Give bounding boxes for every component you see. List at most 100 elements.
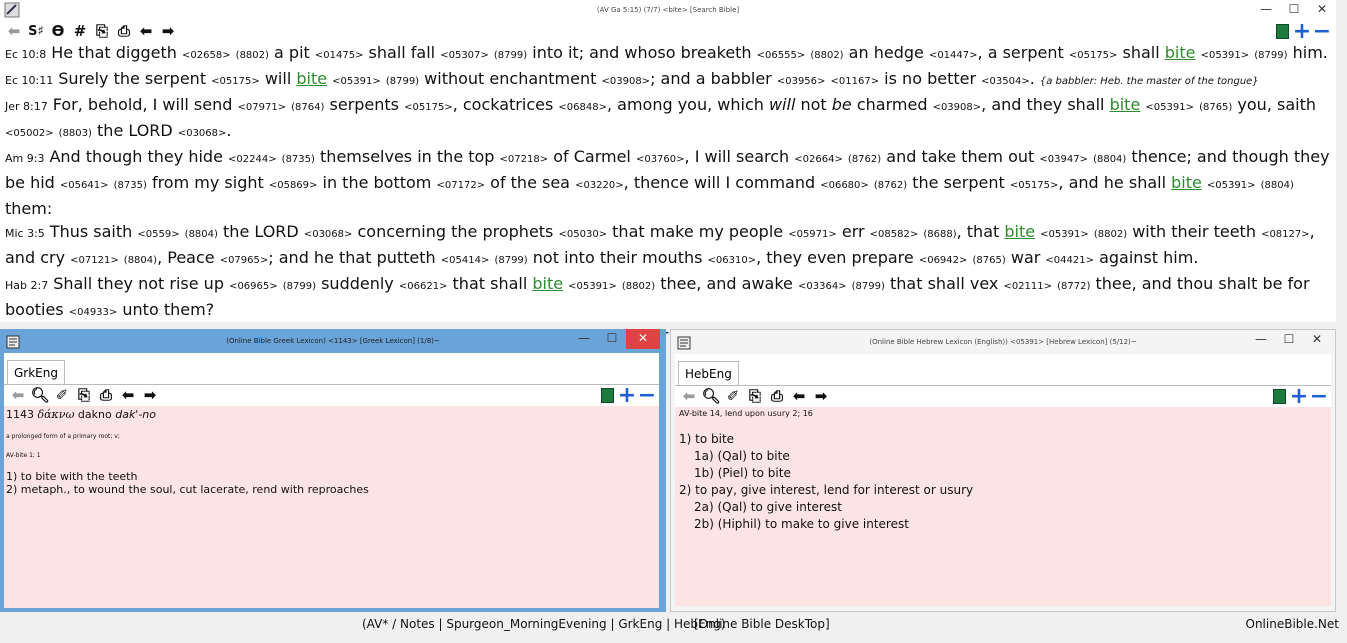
- strongs-number[interactable]: (8735): [282, 154, 315, 165]
- greek-close-button[interactable]: ✕: [626, 329, 660, 349]
- strongs-number[interactable]: <07218>: [500, 154, 549, 165]
- strongs-number[interactable]: (8765): [1199, 102, 1232, 113]
- strongs-number[interactable]: <03956>: [777, 76, 826, 87]
- strongs-number[interactable]: <07172>: [436, 180, 485, 191]
- tab-grkeng[interactable]: GrkEng: [7, 360, 65, 384]
- strongs-number[interactable]: (8735): [114, 180, 147, 191]
- splitter[interactable]: [0, 322, 1347, 328]
- strongs-number[interactable]: <06848>: [558, 102, 607, 113]
- strongs-number[interactable]: <04421>: [1045, 255, 1094, 266]
- verse-ref[interactable]: Jer 8:17: [5, 100, 48, 113]
- strongs-number[interactable]: (8688): [923, 229, 956, 240]
- strongs-number[interactable]: (8799): [1254, 50, 1287, 61]
- strongs-number[interactable]: <08582>: [870, 229, 919, 240]
- strongs-number[interactable]: (8764): [291, 102, 324, 113]
- strongs-number[interactable]: <06621>: [399, 281, 448, 292]
- hebrew-minus-icon[interactable]: −: [1309, 384, 1329, 409]
- strongs-number[interactable]: (8765): [973, 255, 1006, 266]
- strongs-number[interactable]: <02244>: [228, 154, 277, 165]
- strongs-number[interactable]: <03364>: [798, 281, 847, 292]
- strongs-number[interactable]: (8799): [494, 255, 527, 266]
- status-brand[interactable]: OnlineBible.Net: [1246, 617, 1340, 631]
- strongs-number[interactable]: <02658>: [182, 50, 231, 61]
- plus-icon[interactable]: +: [1292, 19, 1312, 44]
- strongs-number[interactable]: (8804): [185, 229, 218, 240]
- verse[interactable]: Jer 8:17 For, behold, I will send <07971>…: [5, 93, 1330, 145]
- status-desktop[interactable]: [Online Bible DeskTop]: [694, 617, 830, 631]
- hebrew-book-icon[interactable]: [1269, 386, 1289, 406]
- strongs-number[interactable]: <05175>: [1010, 180, 1059, 191]
- print-icon[interactable]: ⎙: [113, 21, 135, 41]
- hash-icon[interactable]: #: [69, 21, 91, 41]
- strongs-number[interactable]: <05175>: [404, 102, 453, 113]
- verse[interactable]: Hab 2:7 Shall they not rise up <06965> (8…: [5, 272, 1330, 324]
- strongs-number[interactable]: (8762): [848, 154, 881, 165]
- verse-ref[interactable]: Mic 3:5: [5, 227, 45, 240]
- strongs-number[interactable]: <05030>: [558, 229, 607, 240]
- strongs-number[interactable]: <05391>: [1040, 229, 1089, 240]
- verse-ref[interactable]: Hab 2:7: [5, 279, 48, 292]
- strongs-number[interactable]: <03068>: [304, 229, 353, 240]
- search-hit[interactable]: bite: [1004, 222, 1035, 241]
- strongs-number[interactable]: <01167>: [831, 76, 880, 87]
- hebrew-clipboard-icon[interactable]: ⎘: [744, 386, 766, 406]
- strongs-number[interactable]: <06555>: [757, 50, 806, 61]
- maximize-button[interactable]: ☐: [1280, 0, 1308, 20]
- strongs-number[interactable]: (8799): [283, 281, 316, 292]
- strongs-number[interactable]: <05307>: [440, 50, 489, 61]
- strongs-number[interactable]: (8802): [810, 50, 843, 61]
- strongs-number[interactable]: <07965>: [220, 255, 269, 266]
- strongs-number[interactable]: <05971>: [788, 229, 837, 240]
- strongs-number[interactable]: <02664>: [794, 154, 843, 165]
- hebrew-minimize-button[interactable]: —: [1247, 330, 1275, 350]
- strongs-number[interactable]: <05391>: [332, 76, 381, 87]
- hebrew-prev-arrow-icon[interactable]: ⬅: [788, 386, 810, 406]
- greek-back-arrow-icon[interactable]: ⬅: [7, 385, 29, 405]
- greek-search-page-icon[interactable]: 🔍︎: [29, 385, 51, 405]
- hebrew-plus-icon[interactable]: +: [1289, 384, 1309, 409]
- strongs-number[interactable]: (8762): [874, 180, 907, 191]
- strongs-number[interactable]: (8802): [622, 281, 655, 292]
- strongs-number[interactable]: <05175>: [211, 76, 260, 87]
- strongs-number[interactable]: <05175>: [1069, 50, 1118, 61]
- strongs-number[interactable]: (8802): [236, 50, 269, 61]
- strongs-number[interactable]: <06310>: [708, 255, 757, 266]
- strongs-number[interactable]: (8799): [852, 281, 885, 292]
- strongs-number[interactable]: (8804): [124, 255, 157, 266]
- strongs-number[interactable]: (8799): [386, 76, 419, 87]
- tab-hebeng[interactable]: HebEng: [678, 361, 739, 385]
- hebrew-search-page-icon[interactable]: 🔍︎: [700, 386, 722, 406]
- verse[interactable]: Am 9:3 And though they hide <02244> (8735…: [5, 145, 1330, 220]
- strongs-number[interactable]: <05391>: [1145, 102, 1194, 113]
- hebrew-next-arrow-icon[interactable]: ➡: [810, 386, 832, 406]
- strongs-number[interactable]: <05391>: [1207, 180, 1256, 191]
- prev-arrow-icon[interactable]: ⬅: [135, 21, 157, 41]
- minus-icon[interactable]: −: [1312, 19, 1332, 44]
- strongs-number[interactable]: <06965>: [229, 281, 278, 292]
- verse-ref[interactable]: Am 9:3: [5, 152, 44, 165]
- strongs-number[interactable]: <05414>: [441, 255, 490, 266]
- strongs-number[interactable]: <03504>: [981, 76, 1030, 87]
- next-arrow-icon[interactable]: ➡: [157, 21, 179, 41]
- search-hit[interactable]: bite: [1171, 173, 1202, 192]
- strongs-number[interactable]: <0559>: [137, 229, 179, 240]
- hebrew-back-arrow-icon[interactable]: ⬅: [678, 386, 700, 406]
- strongs-number[interactable]: <05641>: [60, 180, 109, 191]
- status-modules[interactable]: (AV* / Notes | Spurgeon_MorningEvening |…: [362, 617, 726, 631]
- hebrew-print-icon[interactable]: ⎙: [766, 386, 788, 406]
- search-hit[interactable]: bite: [1165, 43, 1196, 62]
- strongs-number[interactable]: <06942>: [919, 255, 968, 266]
- link-icon[interactable]: ϴ: [47, 21, 69, 41]
- back-arrow-icon[interactable]: ⬅: [3, 21, 25, 41]
- book-icon[interactable]: [1272, 21, 1292, 41]
- strongs-number[interactable]: (8804): [1261, 180, 1294, 191]
- strongs-icon[interactable]: S♯: [25, 21, 47, 41]
- strongs-number[interactable]: <03947>: [1039, 154, 1088, 165]
- greek-maximize-button[interactable]: ☐: [598, 329, 626, 349]
- strongs-number[interactable]: <01447>: [929, 50, 978, 61]
- close-button[interactable]: ✕: [1308, 0, 1336, 20]
- greek-clipboard-icon[interactable]: ⎘: [73, 385, 95, 405]
- strongs-number[interactable]: <05869>: [269, 180, 318, 191]
- verse-ref[interactable]: Ec 10:11: [5, 74, 53, 87]
- greek-plus-icon[interactable]: +: [617, 383, 637, 408]
